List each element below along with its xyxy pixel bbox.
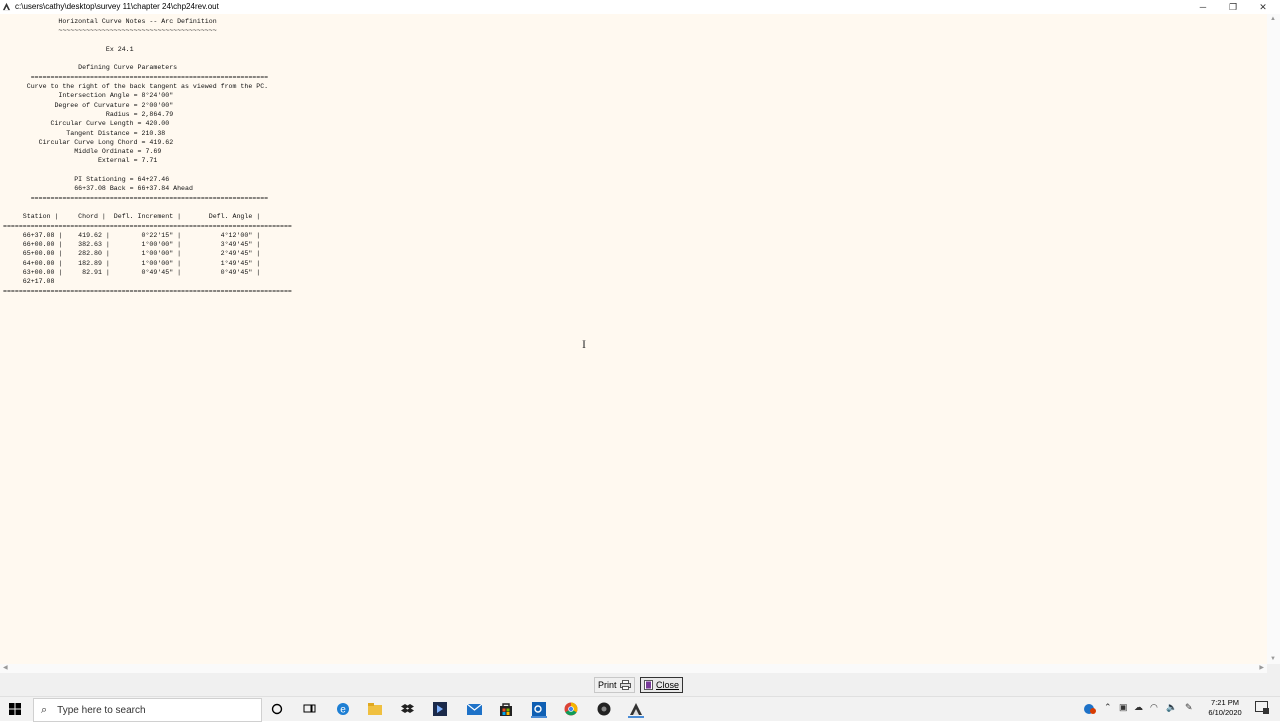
cortana-icon[interactable] bbox=[268, 700, 286, 718]
vertical-scrollbar[interactable]: ▲ ▼ bbox=[1267, 14, 1280, 664]
close-button-label: Close bbox=[656, 680, 680, 690]
report-line: 62+17.08 bbox=[3, 278, 55, 286]
text-cursor-icon: I bbox=[582, 337, 586, 351]
report-line: 66+00.00 | 382.63 | 1°00'00" | 3°49'45" … bbox=[3, 241, 261, 249]
network-icon[interactable]: ◠ bbox=[1150, 702, 1158, 713]
report-line: Circular Curve Length = 420.00 bbox=[3, 120, 170, 128]
app-aperture-icon[interactable] bbox=[595, 700, 613, 718]
mail-icon[interactable] bbox=[465, 700, 483, 718]
printer-icon bbox=[619, 680, 631, 690]
start-button[interactable] bbox=[6, 700, 24, 718]
pen-icon[interactable]: ✎ bbox=[1185, 702, 1193, 713]
window-titlebar: c:\users\cathy\desktop\survey 11\chapter… bbox=[0, 0, 1280, 14]
survey-app-taskbar-icon[interactable] bbox=[627, 700, 645, 718]
close-button[interactable]: Close bbox=[640, 677, 684, 693]
search-icon: ⌕ bbox=[41, 703, 48, 716]
print-button-label: Print bbox=[598, 680, 617, 690]
report-line: 63+00.00 | 82.91 | 0°49'45" | 0°49'45" | bbox=[3, 269, 261, 277]
outlook-active-indicator bbox=[531, 716, 547, 718]
clock-date: 6/10/2020 bbox=[1208, 708, 1242, 717]
scroll-up-icon[interactable]: ▲ bbox=[1270, 16, 1276, 22]
outlook-icon[interactable] bbox=[530, 700, 548, 718]
taskbar: ⌕ e ⌃ ▣ ☁ ◠ 🔈 ✎ bbox=[0, 696, 1280, 722]
windows-logo-icon bbox=[9, 703, 21, 715]
task-view-icon[interactable] bbox=[300, 700, 318, 718]
scroll-right-icon[interactable]: ▶ bbox=[1259, 664, 1264, 671]
report-line: 65+00.00 | 282.80 | 1°00'00" | 2°49'45" … bbox=[3, 250, 261, 258]
scroll-left-icon[interactable]: ◀ bbox=[3, 664, 8, 671]
search-input[interactable] bbox=[55, 703, 240, 717]
scroll-down-icon[interactable]: ▼ bbox=[1270, 656, 1276, 662]
app-icon bbox=[2, 2, 11, 11]
minimize-button[interactable]: ─ bbox=[1188, 0, 1218, 14]
report-line: ========================================… bbox=[3, 73, 269, 81]
report-line: ========================================… bbox=[3, 194, 269, 202]
report-line: Tangent Distance = 210.38 bbox=[3, 129, 166, 137]
chrome-icon[interactable] bbox=[562, 700, 580, 718]
report-line: Intersection Angle = 8°24'00" bbox=[3, 92, 174, 100]
report-line: PI Stationing = 64+27.46 bbox=[3, 176, 170, 184]
clock-time: 7:21 PM bbox=[1211, 698, 1239, 707]
report-line: Ex 24.1 bbox=[3, 45, 134, 53]
file-explorer-icon[interactable] bbox=[366, 700, 384, 718]
taskbar-search[interactable]: ⌕ bbox=[33, 698, 262, 722]
onedrive-icon[interactable]: ☁ bbox=[1134, 702, 1143, 713]
report-line: 66+37.08 | 419.62 | 0°22'15" | 4°12'00" … bbox=[3, 231, 261, 239]
survey-app-active-indicator bbox=[628, 716, 644, 718]
report-line: Horizontal Curve Notes -- Arc Definition bbox=[3, 18, 217, 25]
report-line: 66+37.08 Back = 66+37.84 Ahead bbox=[3, 185, 193, 193]
notifications-icon[interactable] bbox=[1255, 701, 1269, 716]
print-button[interactable]: Print bbox=[594, 677, 635, 693]
edge-browser-icon[interactable]: e bbox=[334, 700, 352, 718]
horizontal-scrollbar[interactable]: ◀ ▶ bbox=[0, 664, 1267, 673]
report-line: External = 7.71 bbox=[3, 157, 158, 165]
scrollbar-corner bbox=[1267, 664, 1280, 673]
report-line: ========================================… bbox=[3, 287, 292, 295]
report-line: Middle Ordinate = 7.69 bbox=[3, 148, 162, 156]
report-line: Curve to the right of the back tangent a… bbox=[3, 83, 269, 91]
report-line: Defining Curve Parameters bbox=[3, 64, 178, 72]
visual-studio-icon[interactable] bbox=[431, 700, 449, 718]
report-line: 64+00.00 | 182.89 | 1°00'00" | 1°49'45" … bbox=[3, 259, 261, 267]
report-line: Degree of Curvature = 2°00'00" bbox=[3, 101, 174, 109]
door-icon bbox=[644, 680, 653, 690]
store-icon[interactable] bbox=[497, 700, 515, 718]
dropbox-icon[interactable] bbox=[399, 700, 417, 718]
button-bar: Print Close bbox=[0, 673, 1280, 696]
taskbar-clock[interactable]: 7:21 PM 6/10/2020 bbox=[1202, 698, 1248, 718]
report-line: Station | Chord | Defl. Increment | Defl… bbox=[3, 213, 261, 221]
close-window-button[interactable]: ✕ bbox=[1248, 0, 1278, 14]
report-line: Radius = 2,864.79 bbox=[3, 110, 174, 118]
report-viewer[interactable]: Horizontal Curve Notes -- Arc Definition… bbox=[0, 14, 1267, 664]
tray-app-icon[interactable]: ▣ bbox=[1119, 702, 1128, 713]
report-line: ~~~~~~~~~~~~~~~~~~~~~~~~~~~~~~~~~~~~~~~~ bbox=[3, 27, 217, 35]
maximize-button[interactable]: ❐ bbox=[1218, 0, 1248, 14]
chevron-up-icon[interactable]: ⌃ bbox=[1104, 702, 1112, 713]
svg-text:e: e bbox=[340, 705, 346, 716]
window-title: c:\users\cathy\desktop\survey 11\chapter… bbox=[15, 2, 219, 11]
volume-icon[interactable]: 🔈 bbox=[1166, 702, 1177, 713]
report-line: Circular Curve Long Chord = 419.62 bbox=[3, 138, 174, 146]
report-line: ========================================… bbox=[3, 222, 292, 230]
report-text: Horizontal Curve Notes -- Arc Definition… bbox=[3, 17, 292, 296]
help-tray-icon[interactable] bbox=[1083, 702, 1097, 718]
